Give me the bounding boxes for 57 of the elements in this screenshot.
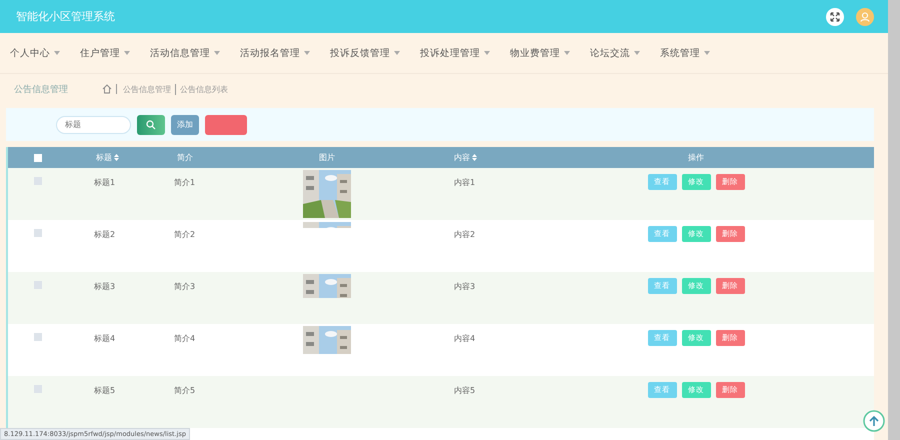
table-cell: 简介1 [174,177,196,188]
nav-menu-item[interactable]: 论坛交流 [590,46,640,60]
nav-menu-item[interactable]: 系统管理 [660,46,710,60]
table-cell: 简介5 [174,385,196,396]
table-cell: 标题5 [94,385,116,396]
column-header: 简介 [177,152,193,163]
sort-icon[interactable] [114,154,119,161]
column-header: 图片 [319,152,335,163]
nav-menu-item[interactable]: 活动报名管理 [240,46,310,60]
table-cell: 内容1 [454,177,476,188]
checkbox[interactable] [34,229,42,237]
search-button[interactable] [137,114,165,134]
sort-icon[interactable] [472,154,477,161]
scrollbar[interactable] [888,0,900,440]
nav-menu-item[interactable]: 物业费管理 [510,46,570,60]
app-title: 智能化小区管理系统 [16,9,115,24]
column-header: 操作 [688,152,704,163]
table-cell: 标题2 [94,229,116,240]
checkbox[interactable] [34,333,42,341]
table-cell: 内容4 [454,333,476,344]
table-cell: 标题4 [94,333,116,344]
column-header[interactable]: 标题 [96,152,119,163]
table-cell: 内容5 [454,385,476,396]
table-cell: 简介2 [174,229,196,240]
fullscreen-icon[interactable] [826,8,844,26]
breadcrumb-link[interactable]: 公告信息列表 [175,84,228,94]
caret-icon [304,51,310,55]
table-cell: 简介3 [174,281,196,292]
table-cell: 简介4 [174,333,196,344]
back-to-top-icon[interactable] [863,410,885,432]
caret-icon [124,51,130,55]
page-title: 公告信息管理 [14,84,68,96]
search-icon [146,120,156,130]
breadcrumb-link[interactable]: 公告信息管理 [123,84,171,94]
table-cell: 内容2 [454,229,476,240]
caret-icon [564,51,570,55]
add-button[interactable]: 添加 [171,114,199,134]
caret-icon [214,51,220,55]
checkbox[interactable] [34,154,42,162]
caret-icon [484,51,490,55]
caret-icon [704,51,710,55]
search-field[interactable]: 标题 [56,116,131,134]
caret-icon [634,51,640,55]
column-header[interactable]: 内容 [454,152,477,163]
caret-icon [54,51,60,55]
nav-menu-item[interactable]: 投诉反馈管理 [330,46,400,60]
nav-menu-item[interactable]: 住户管理 [80,46,130,60]
avatar-icon[interactable] [856,8,874,26]
nav-menu-item[interactable]: 个人中心 [10,46,60,60]
home-icon[interactable] [102,84,117,94]
caret-icon [394,51,400,55]
table-cell: 内容3 [454,281,476,292]
nav-menu-item[interactable]: 活动信息管理 [150,46,220,60]
nav-menu-item[interactable]: 投诉处理管理 [420,46,490,60]
table-cell: 标题1 [94,177,116,188]
delete-button[interactable] [205,114,247,134]
table-cell: 标题3 [94,281,116,292]
